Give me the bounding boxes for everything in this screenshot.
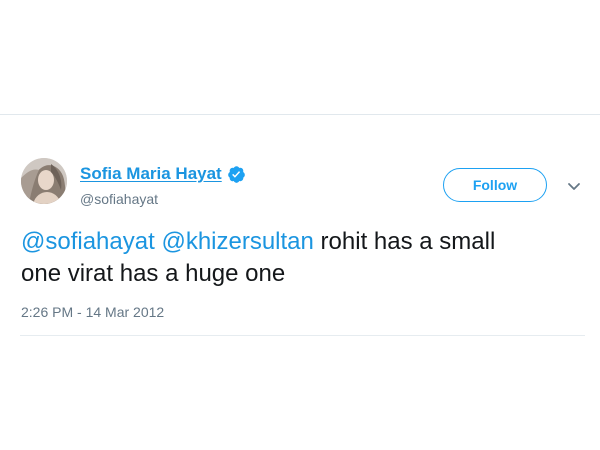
follow-button[interactable]: Follow [443, 168, 547, 202]
bottom-divider [20, 335, 585, 336]
mention-link[interactable]: @khizersultan [161, 228, 313, 255]
avatar[interactable] [21, 158, 67, 204]
verified-badge-icon [227, 165, 246, 184]
top-divider [0, 114, 600, 115]
tweet-text: @sofiahayat @khizersultan rohit has a sm… [21, 226, 581, 290]
display-name-link[interactable]: Sofia Maria Hayat [80, 164, 222, 184]
tweet-text-line-1: rohit has a small [313, 228, 496, 255]
user-handle[interactable]: @sofiahayat [80, 191, 158, 207]
mention-link[interactable]: @sofiahayat [21, 228, 155, 255]
tweet-text-line-2: one virat has a huge one [21, 260, 286, 287]
chevron-down-icon[interactable] [566, 180, 582, 192]
name-row: Sofia Maria Hayat [80, 163, 246, 185]
tweet-timestamp[interactable]: 2:26 PM - 14 Mar 2012 [21, 304, 164, 320]
avatar-image [21, 158, 67, 204]
